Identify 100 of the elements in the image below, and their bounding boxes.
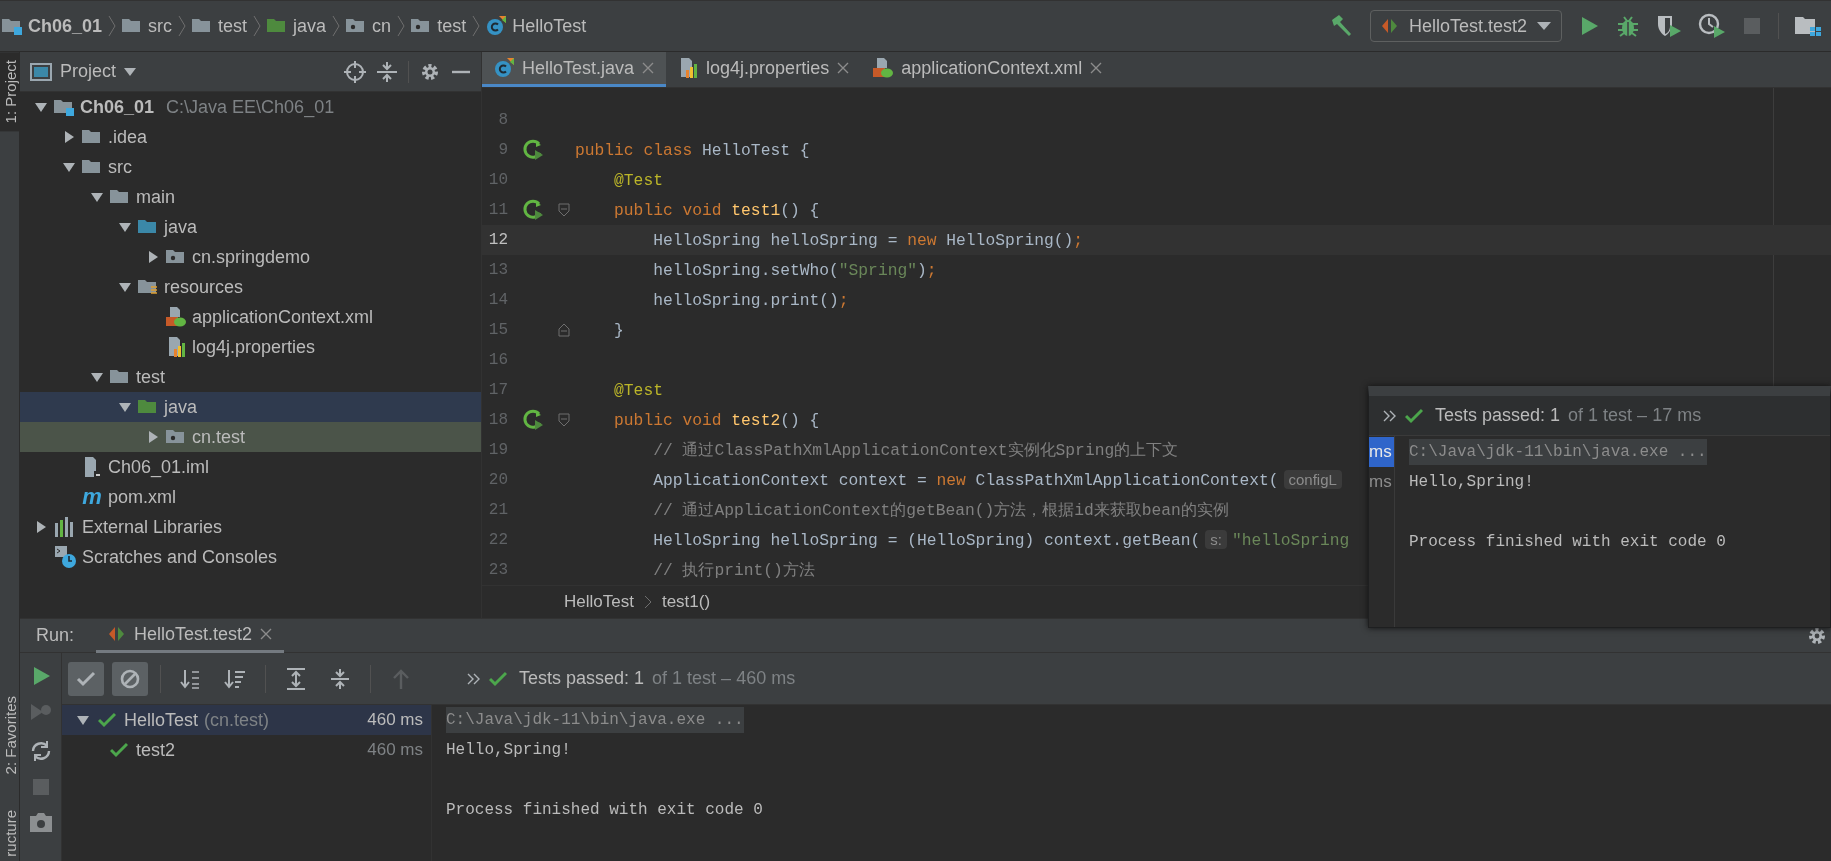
tree-item[interactable]: cn.springdemo <box>20 242 481 272</box>
show-ignored-toggle[interactable] <box>112 661 148 696</box>
expand-arrow-icon[interactable] <box>118 220 132 234</box>
settings-icon[interactable] <box>1807 625 1827 646</box>
collapse-icon[interactable] <box>376 60 398 83</box>
tree-item[interactable]: Ch06_01.iml <box>20 452 481 482</box>
tree-item[interactable]: main <box>20 182 481 212</box>
expand-icon <box>285 667 307 690</box>
fold-icon[interactable] <box>558 413 570 427</box>
run-label: Run: <box>36 625 75 646</box>
bug-icon[interactable] <box>1616 14 1640 38</box>
tree-item[interactable]: java <box>20 212 481 242</box>
editor-tab[interactable]: applicationContext.xml <box>861 52 1115 87</box>
more-icon[interactable] <box>467 672 481 685</box>
expand-arrow-icon[interactable] <box>62 160 76 174</box>
tree-label: log4j.properties <box>192 336 316 358</box>
test-folder-icon <box>267 17 288 35</box>
tree-item[interactable]: .idea <box>20 122 481 152</box>
tree-item[interactable]: cn.test <box>20 422 481 452</box>
tool-window-button[interactable]: ructure <box>0 802 19 861</box>
code-line: // 执行print()方法 <box>652 560 815 581</box>
tree-label: resources <box>164 276 244 298</box>
test-tree-item[interactable]: HelloTest (cn.test) 460 ms <box>62 705 431 735</box>
expand-arrow-icon[interactable] <box>62 130 76 144</box>
line-number: 9 <box>497 141 508 159</box>
expand-arrow-icon[interactable] <box>34 520 48 534</box>
breadcrumb-item[interactable]: test <box>192 15 248 37</box>
code-line: HelloSpring helloSpring = (HelloSpring) context.getBean( s: "helloSpring <box>652 530 1350 550</box>
tool-window-button[interactable]: 1: Project <box>0 52 19 132</box>
breadcrumb-item[interactable]: cn <box>346 15 392 37</box>
tree-item[interactable]: src <box>20 152 481 182</box>
folder-icon <box>122 17 143 35</box>
line-number: 17 <box>487 381 508 399</box>
breadcrumb-item[interactable]: src <box>122 15 173 37</box>
fold-icon[interactable] <box>558 323 570 337</box>
tree-item[interactable]: resources <box>20 272 481 302</box>
expand-arrow-icon[interactable] <box>146 250 160 264</box>
profiler-icon[interactable] <box>1698 13 1726 39</box>
expand-arrow-icon[interactable] <box>118 280 132 294</box>
file-icon <box>82 457 102 477</box>
tree-label: java <box>164 216 198 238</box>
close-icon[interactable] <box>837 62 850 74</box>
camera-icon[interactable] <box>28 811 53 833</box>
chevron-icon <box>108 15 117 37</box>
show-passed-toggle[interactable] <box>68 661 104 696</box>
run-config-dropdown[interactable]: HelloTest.test2 <box>1369 10 1562 42</box>
editor-tab[interactable]: HelloTest.java <box>482 52 667 87</box>
code-line: public class HelloTest { <box>575 140 810 160</box>
editor-tab[interactable]: log4j.properties <box>666 52 862 87</box>
project-structure-icon[interactable] <box>1795 15 1821 37</box>
test-summary: of 1 test – 460 ms <box>652 668 796 689</box>
close-icon[interactable] <box>1090 62 1103 74</box>
breadcrumb-item[interactable]: test1() <box>661 592 711 612</box>
breadcrumb-item[interactable]: HelloTest <box>564 592 634 612</box>
tree-item[interactable]: applicationContext.xml <box>20 302 481 332</box>
run-test-gutter-icon[interactable] <box>523 409 545 431</box>
expand-arrow-icon[interactable] <box>76 713 90 727</box>
tree-item[interactable]: log4j.properties <box>20 332 481 362</box>
breadcrumb-item[interactable]: test <box>411 15 467 37</box>
test-tree-item[interactable]: test2 460 ms <box>62 735 431 765</box>
tree-item[interactable]: Scratches and Consoles <box>20 542 481 572</box>
run-test-gutter-icon[interactable] <box>523 199 545 221</box>
package-icon <box>411 17 432 35</box>
tree-item[interactable]: java <box>20 392 481 422</box>
tree-item[interactable]: m pom.xml <box>20 482 481 512</box>
duration-label: 460 ms <box>367 740 423 760</box>
code-line: } <box>613 320 624 340</box>
hammer-icon[interactable] <box>1329 14 1354 38</box>
expand-arrow-icon[interactable] <box>146 430 160 444</box>
more-icon[interactable] <box>1383 409 1397 422</box>
line-number: 23 <box>487 561 508 579</box>
duration-label[interactable]: ms <box>1369 437 1394 467</box>
expand-arrow-icon[interactable] <box>90 370 104 384</box>
tool-window-button[interactable]: 2: Favorites <box>0 687 19 783</box>
caret-icon <box>124 67 137 76</box>
sort-icon <box>224 667 246 690</box>
test-name: test2 <box>136 739 176 761</box>
breadcrumb-item[interactable]: Ch06_01 <box>2 15 103 37</box>
fold-icon[interactable] <box>558 203 570 217</box>
run-test-gutter-icon[interactable] <box>523 139 545 161</box>
library-icon <box>54 517 76 537</box>
tree-item[interactable]: test <box>20 362 481 392</box>
tree-label: cn.springdemo <box>192 246 311 268</box>
line-number: 19 <box>487 441 508 459</box>
duration-label[interactable]: ms <box>1369 467 1394 497</box>
breadcrumb-item[interactable]: java <box>267 15 327 37</box>
expand-arrow-icon[interactable] <box>90 190 104 204</box>
code-line: HelloSpring helloSpring = new HelloSpring(); <box>652 230 1084 250</box>
tree-item[interactable]: External Libraries <box>20 512 481 542</box>
expand-arrow-icon[interactable] <box>34 100 48 114</box>
coverage-icon[interactable] <box>1656 14 1682 38</box>
chevron-icon <box>332 15 341 37</box>
class-icon <box>494 58 514 78</box>
expand-arrow-icon[interactable] <box>118 400 132 414</box>
line-number: 20 <box>487 471 508 489</box>
tree-item[interactable]: Ch06_01 C:\Java EE\Ch06_01 <box>20 92 481 122</box>
breadcrumb-item[interactable]: HelloTest <box>486 15 587 37</box>
close-icon[interactable] <box>260 628 273 640</box>
package-icon <box>166 248 186 266</box>
locate-icon[interactable] <box>344 60 366 83</box>
